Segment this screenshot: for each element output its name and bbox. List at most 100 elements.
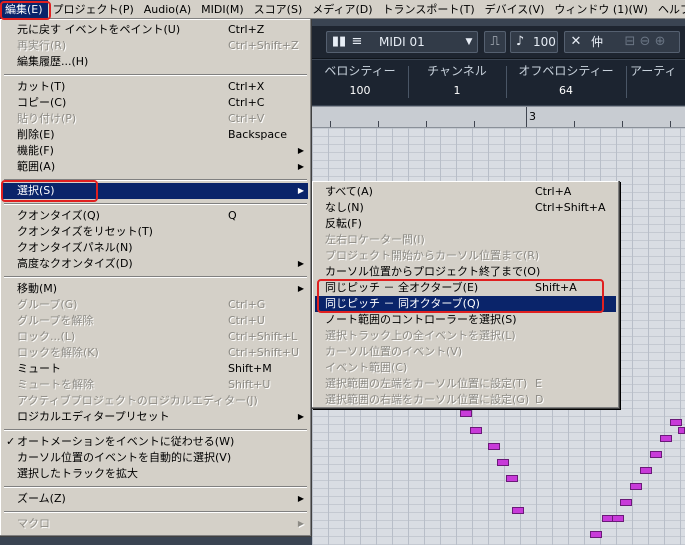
midi-note[interactable] [640, 467, 652, 474]
submenu-arrow-icon: ▶ [297, 146, 304, 155]
menu-item-enlarge-track[interactable]: 選択したトラックを拡大 [3, 466, 308, 482]
menu-item-macro[interactable]: マクロ ▶ [3, 516, 308, 532]
velocity-field[interactable]: ♪ 100 [510, 31, 558, 53]
menu-transport[interactable]: トランスポート(T) [378, 0, 480, 19]
menu-item-unmute[interactable]: ミュートを解除 Shift+U [3, 377, 308, 393]
menu-midi[interactable]: MIDI(M) [196, 0, 249, 19]
menu-item-label: ミュート [17, 362, 61, 375]
menu-item-unlock[interactable]: ロックを解除(K) Ctrl+Shift+U [3, 345, 308, 361]
close-icon[interactable]: ✕ [568, 32, 584, 52]
midi-note[interactable] [620, 499, 632, 506]
midi-note[interactable] [678, 427, 685, 434]
submenu-item-set-right-edge[interactable]: 選択範囲の右端をカーソル位置に設定(G) D [315, 392, 616, 408]
menu-item-shortcut: Shift+U [228, 378, 271, 391]
menu-item-label: カーソル位置のイベントを自動的に選択(V) [17, 451, 232, 464]
menu-item-delete[interactable]: 削除(E) Backspace [3, 127, 308, 143]
menu-item-quantize[interactable]: クオンタイズ(Q) Q [3, 208, 308, 224]
menu-item-shortcut: Ctrl+Shift+Z [228, 39, 299, 52]
midi-note[interactable] [660, 435, 672, 442]
midi-note[interactable] [506, 475, 518, 482]
menu-item-logical-presets[interactable]: ロジカルエディタープリセット ▶ [3, 409, 308, 425]
menu-item-history[interactable]: 編集履歴...(H) [3, 54, 308, 70]
menu-item-advanced-quantize[interactable]: 高度なクオンタイズ(D) ▶ [3, 256, 308, 272]
menu-item-select[interactable]: 選択(S) ▶ [3, 183, 308, 199]
menu-item-move[interactable]: 移動(M) ▶ [3, 281, 308, 297]
submenu-item-cursor-to-end[interactable]: カーソル位置からプロジェクト終了まで(O) [315, 264, 616, 280]
submenu-item-controllers-in-range[interactable]: ノート範囲のコントローラーを選択(S) [315, 312, 616, 328]
menu-item-label: カット(T) [17, 80, 66, 93]
submenu-item-all-on-track[interactable]: 選択トラック上の全イベントを選択(L) [315, 328, 616, 344]
menu-item-shortcut: Ctrl+V [228, 112, 265, 125]
info-channel[interactable]: チャンネル 1 [409, 60, 505, 105]
submenu-item-none[interactable]: なし(N) Ctrl+Shift+A [315, 200, 616, 216]
menu-project[interactable]: プロジェクト(P) [48, 0, 139, 19]
menu-audio[interactable]: Audio(A) [139, 0, 196, 19]
submenu-item-event-range[interactable]: イベント範囲(C) [315, 360, 616, 376]
menu-item-group[interactable]: グループ(G) Ctrl+G [3, 297, 308, 313]
submenu-item-same-pitch-all-octaves[interactable]: 同じピッチ － 全オクターブ(E) Shift+A [315, 280, 616, 296]
menu-devices[interactable]: デバイス(V) [480, 0, 550, 19]
menu-item-undo[interactable]: 元に戻す イベントをペイント(U) Ctrl+Z [3, 22, 308, 38]
menu-item-functions[interactable]: 機能(F) ▶ [3, 143, 308, 159]
check-icon: ✓ [6, 435, 16, 448]
info-velocity[interactable]: ベロシティー 100 [312, 60, 408, 105]
menu-item-label: イベント範囲(C) [325, 361, 408, 374]
midi-note[interactable] [590, 531, 602, 538]
menu-score[interactable]: スコア(S) [249, 0, 308, 19]
info-articulation[interactable]: アーティ [630, 60, 685, 105]
midi-note[interactable] [470, 427, 482, 434]
info-value: 64 [559, 84, 573, 97]
midi-note[interactable] [670, 419, 682, 426]
info-label: アーティ [630, 64, 677, 78]
menu-item-range[interactable]: 範囲(A) ▶ [3, 159, 308, 175]
midi-note[interactable] [460, 410, 472, 417]
menu-media[interactable]: メディア(D) [307, 0, 377, 19]
submenu-item-start-to-cursor[interactable]: プロジェクト開始からカーソル位置まで(R) [315, 248, 616, 264]
timeline-ruler[interactable]: 3 [312, 106, 685, 128]
menu-item-label: 選択したトラックを拡大 [17, 467, 138, 480]
menu-separator [4, 276, 307, 278]
menu-edit[interactable]: 編集(E) [0, 0, 48, 19]
submenu-arrow-icon: ▶ [297, 186, 304, 195]
menu-window[interactable]: ウィンドウ (1)(W) [549, 0, 653, 19]
menu-item-paste[interactable]: 貼り付け(P) Ctrl+V [3, 111, 308, 127]
edit-menu-dropdown: 元に戻す イベントをペイント(U) Ctrl+Z 再実行(R) Ctrl+Shi… [0, 19, 312, 537]
submenu-item-all[interactable]: すべて(A) Ctrl+A [315, 184, 616, 200]
submenu-item-set-left-edge[interactable]: 選択範囲の左端をカーソル位置に設定(T) E [315, 376, 616, 392]
menu-item-label: 編集履歴...(H) [17, 55, 89, 68]
midi-note[interactable] [512, 507, 524, 514]
midi-port-selector[interactable]: ▮▮ ≡ MIDI 01 ▼ [326, 31, 478, 53]
menu-item-zoom[interactable]: ズーム(Z) ▶ [3, 491, 308, 507]
midi-note[interactable] [612, 515, 624, 522]
submenu-item-invert[interactable]: 反転(F) [315, 216, 616, 232]
submenu-item-between-locators[interactable]: 左右ロケーター間(I) [315, 232, 616, 248]
menu-item-shortcut: Ctrl+G [228, 298, 266, 311]
menu-item-label: 同じピッチ － 同オクターブ(Q) [325, 297, 480, 310]
menu-item-quantize-panel[interactable]: クオンタイズパネル(N) [3, 240, 308, 256]
submenu-item-event-at-cursor[interactable]: カーソル位置のイベント(V) [315, 344, 616, 360]
tool-group[interactable]: ✕ 仲 ⊟ ⊖ ⊕ [564, 31, 680, 53]
midi-note[interactable] [488, 443, 500, 450]
menu-item-auto-select[interactable]: カーソル位置のイベントを自動的に選択(V) [3, 450, 308, 466]
menu-item-shortcut: Ctrl+Shift+U [228, 346, 300, 359]
menu-item-cut[interactable]: カット(T) Ctrl+X [3, 79, 308, 95]
menu-item-lock[interactable]: ロック...(L) Ctrl+Shift+L [3, 329, 308, 345]
midi-note[interactable] [630, 483, 642, 490]
menu-item-copy[interactable]: コピー(C) Ctrl+C [3, 95, 308, 111]
editor-toolbar: ▮▮ ≡ MIDI 01 ▼ ⎍ ♪ 100 ✕ 仲 ⊟ ⊖ ⊕ [312, 26, 685, 59]
menu-item-mute[interactable]: ミュート Shift+M [3, 361, 308, 377]
info-off-velocity[interactable]: オフベロシティー 64 [507, 60, 625, 105]
menu-help[interactable]: ヘルプ(H) [653, 0, 685, 19]
midi-note[interactable] [650, 451, 662, 458]
step-button[interactable]: ⎍ [484, 31, 506, 53]
menu-item-ungroup[interactable]: グループを解除 Ctrl+U [3, 313, 308, 329]
menu-item-label: 同じピッチ － 全オクターブ(E) [325, 281, 479, 294]
midi-note[interactable] [497, 459, 509, 466]
menu-item-redo[interactable]: 再実行(R) Ctrl+Shift+Z [3, 38, 308, 54]
menu-item-reset-quantize[interactable]: クオンタイズをリセット(T) [3, 224, 308, 240]
submenu-item-same-pitch-same-octave[interactable]: 同じピッチ － 同オクターブ(Q) [315, 296, 616, 312]
scroll-strip [0, 537, 312, 545]
menu-item-logical-editor[interactable]: アクティブプロジェクトのロジカルエディター(J) [3, 393, 308, 409]
menu-item-automation-follows[interactable]: ✓ オートメーションをイベントに従わせる(W) [3, 434, 308, 450]
submenu-arrow-icon: ▶ [297, 162, 304, 171]
